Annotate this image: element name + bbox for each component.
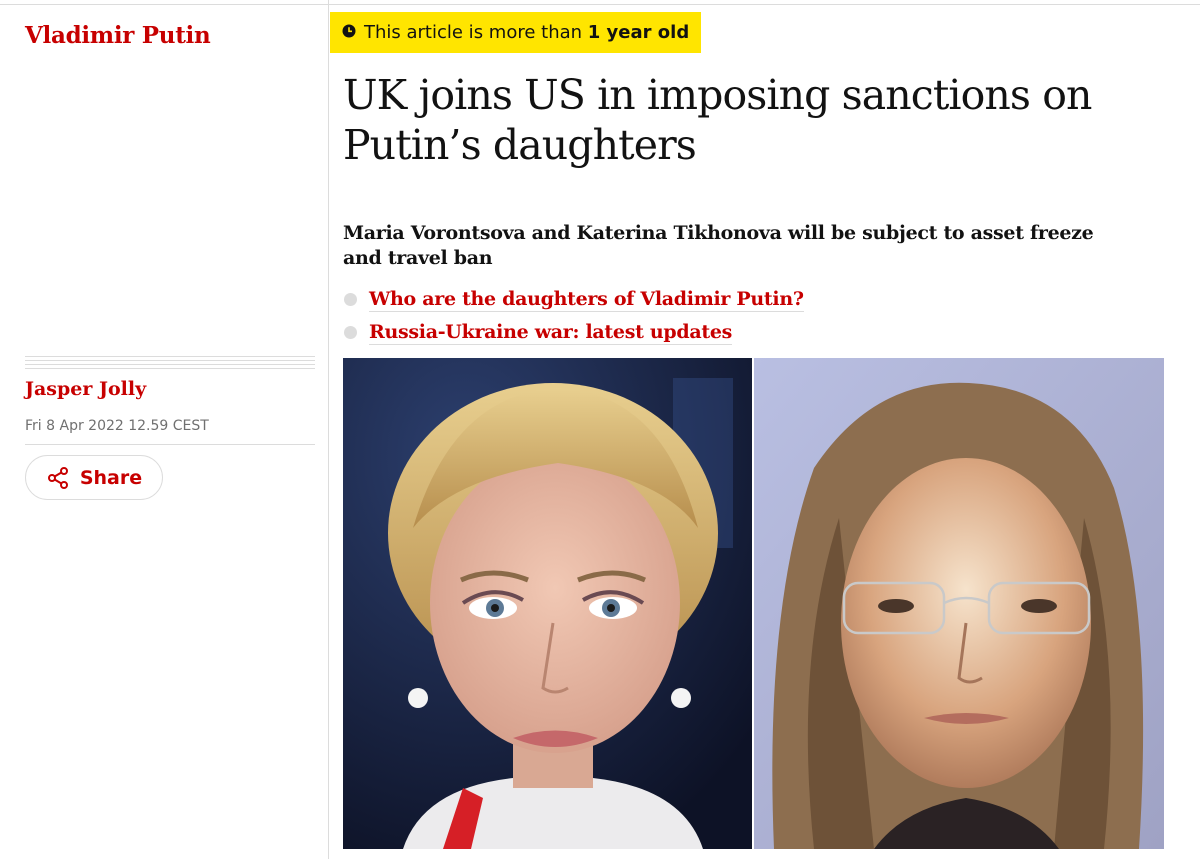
meta-divider-lines	[25, 356, 315, 372]
bullet-icon	[344, 326, 357, 339]
author-link[interactable]: Jasper Jolly	[25, 378, 146, 400]
column-divider	[328, 0, 329, 859]
article-age-notice: This article is more than 1 year old	[330, 12, 702, 53]
share-button[interactable]: Share	[25, 455, 163, 500]
related-link-item: Russia-Ukraine war: latest updates	[343, 316, 804, 349]
publish-date: Fri 8 Apr 2022 12.59 CEST	[25, 418, 209, 434]
age-notice-text: This article is more than	[364, 22, 588, 43]
article-standfirst: Maria Vorontsova and Katerina Tikhonova …	[343, 222, 1094, 269]
article-photo-left	[343, 358, 752, 849]
article-headline: UK joins US in imposing sanctions on Put…	[343, 71, 1092, 169]
related-link[interactable]: Who are the daughters of Vladimir Putin?	[369, 287, 804, 312]
related-links-list: Who are the daughters of Vladimir Putin?…	[343, 283, 804, 349]
article-photo-right	[754, 358, 1164, 849]
section-tag-link[interactable]: Vladimir Putin	[25, 22, 211, 49]
bullet-icon	[344, 293, 357, 306]
related-link[interactable]: Russia-Ukraine war: latest updates	[369, 320, 732, 345]
share-icon	[46, 466, 70, 490]
age-notice-strong: 1 year old	[587, 22, 690, 43]
meta-divider	[25, 444, 315, 445]
share-label: Share	[79, 466, 143, 489]
top-divider	[0, 4, 1200, 5]
clock-icon	[342, 22, 356, 43]
related-link-item: Who are the daughters of Vladimir Putin?	[343, 283, 804, 316]
